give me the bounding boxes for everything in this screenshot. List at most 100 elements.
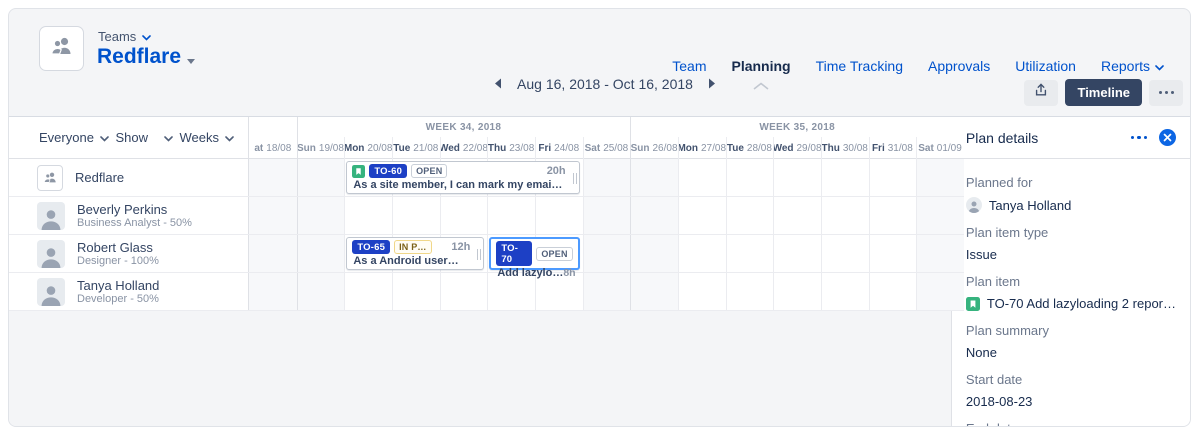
week-header-label: WEEK 34, 2018 [297, 117, 631, 137]
team-people-icon [48, 32, 76, 65]
prev-period-icon[interactable] [489, 75, 507, 92]
field-value: TO-70 Add lazyloading 2 repor… [966, 296, 1176, 311]
person-row-header[interactable]: Tanya HollandDeveloper - 50% [9, 273, 249, 310]
field-value-text: 2018-08-23 [966, 394, 1033, 409]
avatar [37, 202, 65, 230]
day-date: 28/08 [747, 143, 772, 154]
bar-header: TO-70OPEN [491, 239, 577, 267]
day-date: 18/08 [266, 143, 291, 154]
day-date: 22/08 [463, 143, 487, 154]
day-name: Mon [678, 143, 698, 154]
main-nav: Team Planning Time Tracking Approvals Utiliz… [672, 58, 1164, 74]
grid-header: EveryoneShowWeeks WEEK 34, 2018WEEK 35, … [9, 117, 964, 159]
app-header: Teams Redflare Team Planning Time Tracking… [9, 9, 1190, 115]
day-date: 23/08 [509, 143, 534, 154]
field-value-text: Issue [966, 247, 997, 262]
nav-item-label: Utilization [1015, 58, 1076, 74]
day-name: Tue [727, 143, 744, 154]
day-name: Fri [538, 143, 551, 154]
field-label: Planned for [966, 175, 1176, 190]
issue-key-badge: TO-60 [369, 164, 407, 178]
person-row-header[interactable]: Beverly PerkinsBusiness Analyst - 50% [9, 197, 249, 234]
chevron-down-icon [1155, 58, 1164, 74]
day-col-header: Mon20/08 [344, 137, 392, 159]
filter-dropdown-weeks[interactable]: Weeks [179, 130, 234, 145]
bar-summary: As a Android user… [347, 255, 483, 267]
logged-hours: 20h [547, 165, 566, 177]
plan-bar-to-70[interactable]: TO-70OPENAdd lazylo…8h [489, 237, 579, 270]
day-col-header: Tue21/08 [392, 137, 440, 159]
plan-bar-to-65[interactable]: TO-65IN P…12hAs a Android user… [346, 237, 484, 270]
filter-dropdown-everyone[interactable]: Everyone [39, 130, 109, 145]
next-period-icon[interactable] [703, 75, 721, 92]
nav-item-planning[interactable]: Planning [731, 58, 790, 74]
timeline-button[interactable]: Timeline [1065, 79, 1142, 106]
nav-item-label: Planning [731, 58, 790, 74]
header-buttons: Timeline [1024, 79, 1183, 106]
panel-title: Plan details [966, 130, 1038, 146]
filter-label: Everyone [39, 130, 94, 145]
field-value-text: None [966, 345, 997, 360]
day-name: Wed [773, 143, 793, 154]
filter-dropdown-show[interactable]: Show [115, 130, 173, 145]
field-value: Tanya Holland [966, 197, 1176, 213]
day-date: 27/08 [701, 143, 726, 154]
filter-toolbar: Everyone Show Weeks [9, 117, 249, 159]
day-name: Mon [344, 143, 364, 154]
panel-close-icon[interactable] [1159, 129, 1176, 146]
nav-item-utilization[interactable]: Utilization [1015, 58, 1076, 74]
avatar [966, 197, 982, 213]
person-info: Beverly PerkinsBusiness Analyst - 50% [77, 202, 192, 230]
day-col-header: Sun19/08 [297, 137, 345, 159]
chevron-down-icon [142, 29, 151, 44]
resize-handle-icon[interactable] [573, 173, 577, 184]
day-name: Tue [393, 143, 410, 154]
chevron-down-icon [154, 130, 173, 145]
team-row-header[interactable]: Redflare [9, 159, 249, 196]
nav-item-team[interactable]: Team [672, 58, 706, 74]
day-col-header: Fri31/08 [869, 137, 917, 159]
day-date: 31/08 [888, 143, 913, 154]
more-button[interactable] [1149, 80, 1183, 106]
export-button[interactable] [1024, 80, 1058, 106]
panel-header: Plan details [952, 117, 1190, 159]
day-date: 20/08 [367, 143, 392, 154]
summary-text: As a Android user… [353, 255, 458, 267]
day-name: Thu [822, 143, 840, 154]
nav-item-label: Team [672, 58, 706, 74]
day-name: at [254, 143, 263, 154]
day-col-header: at18/08 [249, 137, 297, 159]
person-role: Business Analyst - 50% [77, 217, 192, 230]
day-name: Sun [631, 143, 650, 154]
plan-bar-to-60[interactable]: TO-60OPEN20hAs a site member, I can mark… [346, 161, 579, 194]
date-range-label[interactable]: Aug 16, 2018 - Oct 16, 2018 [517, 76, 693, 92]
person-role: Designer - 100% [77, 255, 159, 268]
day-name: Sat [585, 143, 601, 154]
field-label: Start date [966, 372, 1176, 387]
nav-item-label: Reports [1101, 58, 1150, 74]
day-date: 30/08 [843, 143, 868, 154]
resize-handle-icon[interactable] [477, 249, 481, 260]
day-name: Sun [297, 143, 316, 154]
page-title: Redflare [97, 45, 181, 69]
avatar [37, 240, 65, 268]
calendar-header: WEEK 34, 2018WEEK 35, 2018 at18/08Sun19/… [249, 117, 964, 159]
team-switcher-caret-icon[interactable] [187, 59, 195, 64]
plan-details-panel: Plan details Planned forTanya HollandPla… [951, 117, 1190, 426]
day-col-header: Sun26/08 [630, 137, 678, 159]
teams-breadcrumb[interactable]: Teams [98, 29, 151, 44]
nav-item-reports[interactable]: Reports [1101, 58, 1164, 74]
panel-more-icon[interactable] [1131, 136, 1148, 140]
nav-item-approvals[interactable]: Approvals [928, 58, 990, 74]
field-label: End date [966, 421, 1176, 426]
plan-bars-layer: TO-60OPEN20hAs a site member, I can mark… [249, 159, 964, 311]
planning-app-card: Teams Redflare Team Planning Time Tracking… [8, 8, 1191, 427]
nav-item-time-tracking[interactable]: Time Tracking [816, 58, 903, 74]
issue-key-badge: TO-65 [352, 240, 390, 254]
day-date: 01/09 [937, 143, 962, 154]
more-icon [1159, 91, 1174, 94]
day-col-header: Tue28/08 [726, 137, 774, 159]
teams-label: Teams [98, 29, 136, 44]
panel-fields: Planned forTanya HollandPlan item typeIs… [952, 159, 1190, 426]
person-row-header[interactable]: Robert GlassDesigner - 100% [9, 235, 249, 272]
